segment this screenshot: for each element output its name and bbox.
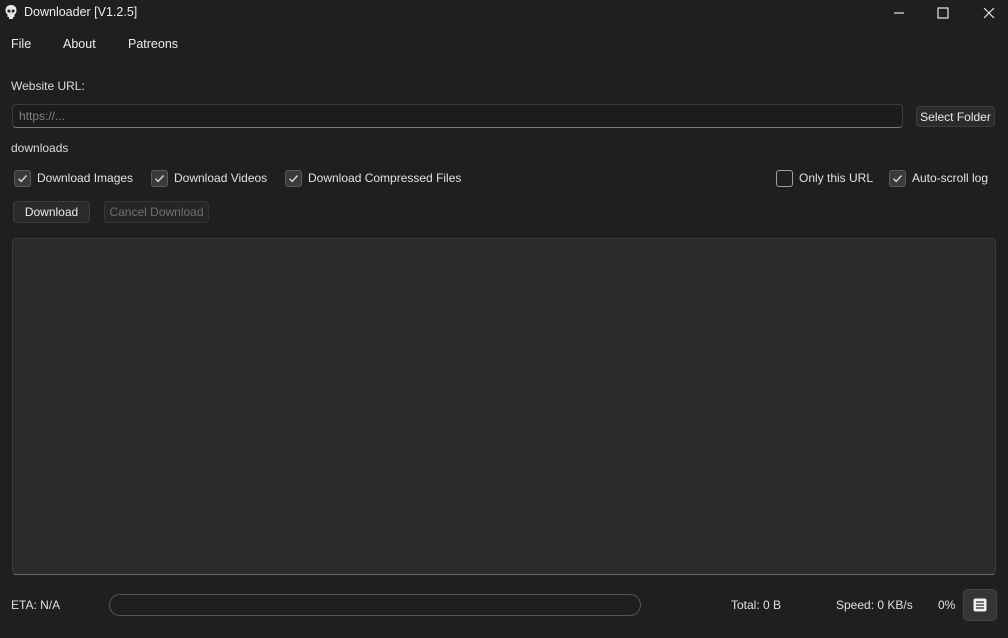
- download-images-checkbox[interactable]: Download Images: [14, 168, 133, 188]
- checkbox-checked-icon: [151, 169, 168, 187]
- speed-text: Speed: 0 KB/s: [836, 598, 913, 612]
- menu-patreons[interactable]: Patreons: [128, 37, 178, 51]
- title-bar[interactable]: [0, 0, 1008, 26]
- cancel-download-button[interactable]: Cancel Download: [104, 201, 209, 223]
- percent-text: 0%: [938, 598, 956, 612]
- checkbox-checked-icon: [14, 169, 31, 187]
- only-this-url-checkbox[interactable]: Only this URL: [776, 168, 873, 188]
- eta-text: ETA: N/A: [11, 598, 61, 612]
- download-button[interactable]: Download: [13, 201, 90, 223]
- menu-file[interactable]: File: [11, 37, 31, 51]
- auto-scroll-log-label: Auto-scroll log: [912, 171, 989, 185]
- minimize-icon: [894, 12, 904, 14]
- download-images-label: Download Images: [37, 171, 134, 185]
- checkbox-checked-icon: [889, 169, 906, 187]
- only-this-url-label: Only this URL: [799, 171, 874, 185]
- log-icon: [973, 598, 987, 612]
- download-compressed-checkbox[interactable]: Download Compressed Files: [285, 168, 461, 188]
- auto-scroll-log-checkbox[interactable]: Auto-scroll log: [889, 168, 988, 188]
- progress-bar: [109, 594, 641, 616]
- select-folder-button[interactable]: Select Folder: [916, 106, 995, 127]
- download-videos-checkbox[interactable]: Download Videos: [151, 168, 267, 188]
- downloader-window: Downloader [V1.2.5] File About Patreons …: [0, 0, 1008, 638]
- log-output[interactable]: [12, 238, 996, 575]
- maximize-button[interactable]: [920, 0, 966, 26]
- toggle-log-button[interactable]: [963, 589, 997, 621]
- download-compressed-label: Download Compressed Files: [308, 171, 462, 185]
- skull-icon: [5, 5, 17, 19]
- minimize-button[interactable]: [876, 0, 922, 26]
- close-button[interactable]: [966, 0, 1008, 26]
- total-text: Total: 0 B: [731, 598, 782, 612]
- folder-path: downloads: [11, 141, 69, 155]
- checkbox-checked-icon: [285, 169, 302, 187]
- checkbox-unchecked-icon: [776, 169, 793, 187]
- close-icon: [983, 7, 995, 19]
- url-input[interactable]: [12, 104, 903, 128]
- url-label: Website URL:: [11, 79, 85, 93]
- maximize-icon: [937, 7, 949, 19]
- window-title: Downloader [V1.2.5]: [24, 5, 138, 19]
- menu-about[interactable]: About: [63, 37, 96, 51]
- download-videos-label: Download Videos: [174, 171, 268, 185]
